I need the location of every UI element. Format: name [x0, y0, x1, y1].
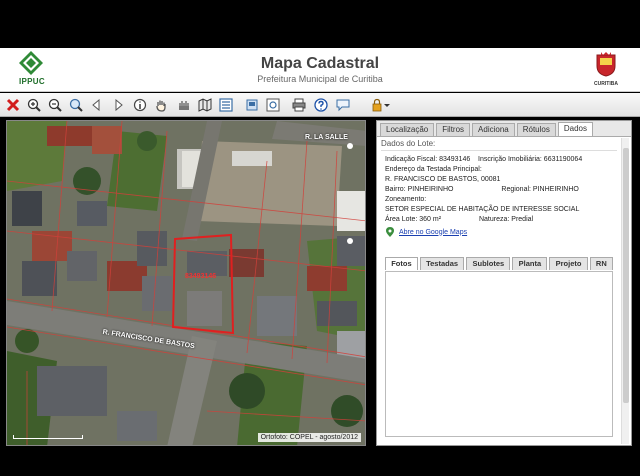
chevron-down-icon[interactable]: [382, 96, 392, 114]
subtab-rn[interactable]: RN: [589, 257, 613, 270]
aerial-photo: [7, 121, 365, 445]
page-subtitle: Prefeitura Municipal de Curitiba: [257, 74, 383, 84]
ippuc-logo: IPPUC: [14, 51, 50, 89]
crest-icon: [596, 52, 616, 77]
forward-icon[interactable]: [109, 96, 127, 114]
photo-subtabs: Fotos Testadas Sublotes Planta Projeto R…: [385, 257, 613, 271]
subtab-fotos[interactable]: Fotos: [385, 257, 418, 270]
indicacao-value: 83493146: [439, 156, 471, 163]
area-label: Área Lote:: [385, 216, 418, 223]
page-title: Mapa Cadastral: [260, 55, 380, 72]
subtab-planta[interactable]: Planta: [512, 257, 548, 270]
bottom-black-bar: [0, 452, 640, 476]
app-header: IPPUC Mapa Cadastral Prefeitura Municipa…: [0, 48, 640, 92]
inscricao-value: 6631190064: [543, 156, 583, 163]
top-black-bar: [0, 0, 640, 48]
panel-scrollbar[interactable]: [621, 138, 629, 444]
data-panel: Localização Filtros Adiciona Rótulos Dad…: [376, 120, 632, 446]
tab-localizacao[interactable]: Localização: [380, 123, 435, 136]
tab-adiciona[interactable]: Adiciona: [472, 123, 515, 136]
street-label-la-salle: R. LA SALLE: [305, 134, 348, 141]
map-scale-bar: [13, 435, 83, 439]
help-icon[interactable]: [312, 96, 330, 114]
measure-icon[interactable]: [175, 96, 193, 114]
lot-label: 83493146: [185, 273, 217, 280]
zoneamento-value: SETOR ESPECIAL DE HABITAÇÃO DE INTERESSE…: [385, 206, 580, 213]
panel-tabs: Localização Filtros Adiciona Rótulos Dad…: [377, 121, 631, 137]
map-credit: Ortofoto: COPEL - agosto/2012: [257, 433, 361, 442]
regional-label: Regional:: [501, 186, 531, 193]
logo-text: IPPUC: [19, 77, 45, 86]
map-toolbar: [0, 93, 640, 117]
area-row: Área Lote: 360 m² Natureza: Predial: [385, 215, 617, 225]
area-value: 360 m²: [419, 216, 442, 223]
bairro-label: Bairro:: [385, 186, 406, 193]
zoneamento-label: Zoneamento:: [385, 196, 427, 203]
natureza-label: Natureza:: [478, 216, 510, 223]
regional-value: PINHEIRINHO: [532, 186, 579, 193]
bairro-value: PINHEIRINHO: [407, 186, 454, 193]
zoom-in-icon[interactable]: [25, 96, 43, 114]
print-icon[interactable]: [290, 96, 308, 114]
ippuc-logo-icon: [19, 51, 43, 75]
endereco-label: Endereço da Testada Principal:: [385, 166, 482, 173]
legend-icon[interactable]: [217, 96, 235, 114]
natureza-value: Predial: [511, 216, 534, 223]
subtab-testadas[interactable]: Testadas: [419, 257, 465, 270]
back-icon[interactable]: [88, 96, 106, 114]
tab-rotulos[interactable]: Rótulos: [516, 123, 556, 136]
curitiba-crest: CURITIBA: [586, 51, 626, 89]
google-maps-link-text[interactable]: Abre no Google Maps: [399, 229, 467, 236]
section-title: Dados do Lote:: [381, 139, 617, 151]
subtab-sublotes[interactable]: Sublotes: [466, 257, 511, 270]
pan-hand-icon[interactable]: [152, 96, 170, 114]
preview-icon[interactable]: [264, 96, 282, 114]
scrollbar-thumb[interactable]: [623, 148, 629, 403]
subtab-projeto[interactable]: Projeto: [549, 257, 588, 270]
comment-icon[interactable]: [334, 96, 352, 114]
map-view[interactable]: R. LA SALLE R. FRANCISCO DE BASTOS 83493…: [6, 120, 366, 446]
tab-dados[interactable]: Dados: [557, 122, 593, 136]
inscricao-label: Inscrição Imobiliária:: [478, 156, 542, 163]
info-icon[interactable]: [131, 96, 149, 114]
tab-filtros[interactable]: Filtros: [436, 123, 471, 136]
lot-data: Dados do Lote: Indicação Fiscal: 8349314…: [381, 139, 617, 237]
google-maps-link[interactable]: Abre no Google Maps: [385, 227, 617, 237]
photos-content: [385, 271, 613, 437]
google-maps-icon: [386, 227, 394, 237]
fiscal-row: Indicação Fiscal: 83493146 Inscrição Imo…: [385, 155, 617, 165]
export-icon[interactable]: [243, 96, 261, 114]
crest-text: CURITIBA: [594, 81, 618, 87]
close-icon[interactable]: [4, 96, 22, 114]
map-layers-icon[interactable]: [196, 96, 214, 114]
endereco-value: R. FRANCISCO DE BASTOS, 00081: [385, 176, 501, 183]
zoom-out-icon[interactable]: [46, 96, 64, 114]
zoom-extent-icon[interactable]: [67, 96, 85, 114]
indicacao-label: Indicação Fiscal:: [385, 156, 438, 163]
bairro-row: Bairro: PINHEIRINHO Regional: PINHEIRINH…: [385, 185, 617, 195]
